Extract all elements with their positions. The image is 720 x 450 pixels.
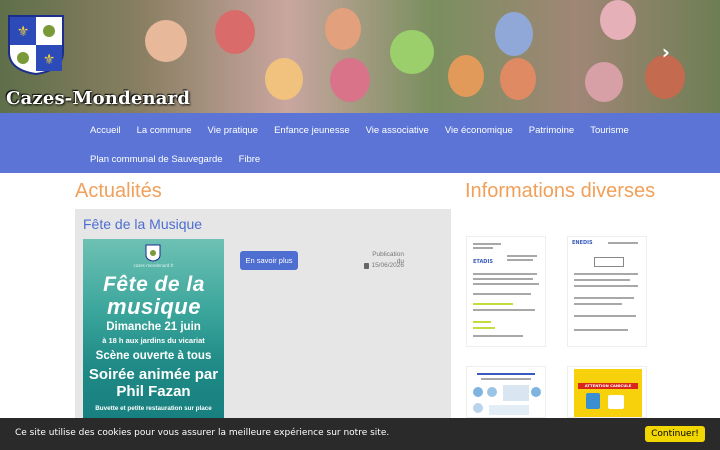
svg-text:⚜: ⚜ [17,24,30,40]
poster-site: cazes-mondenard.fr [133,263,174,268]
banner-photo-face [145,20,187,62]
cookie-message: Ce site utilise des cookies pour vous as… [15,428,390,438]
main-nav: Accueil La commune Vie pratique Enfance … [0,113,720,173]
cookie-accept-button[interactable]: Continuer! [645,426,705,442]
header-banner: ⚜ ⚜ Cazes-Mondenard › [0,0,720,113]
info-thumbnail[interactable]: ENEDIS [567,236,647,347]
calendar-icon [364,262,370,269]
thumbnail-alert-text: ATTENTION CANICULE [578,383,638,389]
read-more-button[interactable]: En savoir plus [240,251,298,270]
poster-place: à 18 h aux jardins du vicariat [102,336,205,345]
thumbnail-logo-text: ETADIS [473,259,493,265]
site-name[interactable]: Cazes-Mondenard [6,88,190,109]
nav-item-enfance-jeunesse[interactable]: Enfance jeunesse [266,113,358,147]
banner-photo-face [265,58,303,100]
svg-text:⚜: ⚜ [43,52,56,68]
cookie-banner: Ce site utilise des cookies pour vous as… [0,418,720,450]
banner-photo-face [500,58,536,100]
nav-row: Plan communal de Sauvegarde Fibre [82,147,268,173]
chevron-right-icon[interactable]: › [662,40,670,64]
poster-title-line2: musique [107,294,201,319]
nav-item-vie-associative[interactable]: Vie associative [358,113,437,147]
nav-item-tourisme[interactable]: Tourisme [582,113,637,147]
news-section-title: Actualités [75,180,162,202]
news-article-card: Fête de la Musique cazes-mondenard.fr Fê… [75,209,451,450]
info-section-title: Informations diverses [465,180,656,202]
nav-item-accueil[interactable]: Accueil [82,113,129,147]
banner-photo-face [325,8,361,50]
info-thumbnail[interactable] [466,366,546,418]
poster-logo-icon [145,244,161,262]
banner-photo-face [600,0,636,40]
banner-photo-face [390,30,434,74]
banner-photo-face [215,10,255,54]
poster-scene: Scène ouverte à tous [95,350,212,362]
nav-item-vie-economique[interactable]: Vie économique [437,113,521,147]
poster-date: Dimanche 21 juin [106,321,201,333]
banner-photo-face [585,62,623,102]
nav-item-patrimoine[interactable]: Patrimoine [521,113,582,147]
publication-date-value: 15/06/2026 [371,262,404,269]
banner-photo-face [495,12,533,56]
publication-date: 15/06/2026 [364,262,404,269]
info-thumbnail[interactable]: ETADIS [466,236,546,347]
nav-item-la-commune[interactable]: La commune [129,113,200,147]
nav-item-vie-pratique[interactable]: Vie pratique [200,113,267,147]
banner-photo-face [448,55,484,97]
banner-photo-face [330,58,370,102]
thumbnail-logo-text: ENEDIS [572,240,593,246]
info-thumbnail[interactable]: ATTENTION CANICULE [567,366,647,418]
article-title[interactable]: Fête de la Musique [83,216,202,232]
nav-item-fibre[interactable]: Fibre [231,147,269,173]
nav-item-plan-communal[interactable]: Plan communal de Sauvegarde [82,147,231,173]
poster-soiree: Soirée animée par Phil Fazan [88,366,219,400]
nav-row: Accueil La commune Vie pratique Enfance … [82,113,637,147]
coat-of-arms-icon: ⚜ ⚜ [8,15,64,76]
poster-buvette: Buvette et petite restauration sur place [95,405,212,412]
